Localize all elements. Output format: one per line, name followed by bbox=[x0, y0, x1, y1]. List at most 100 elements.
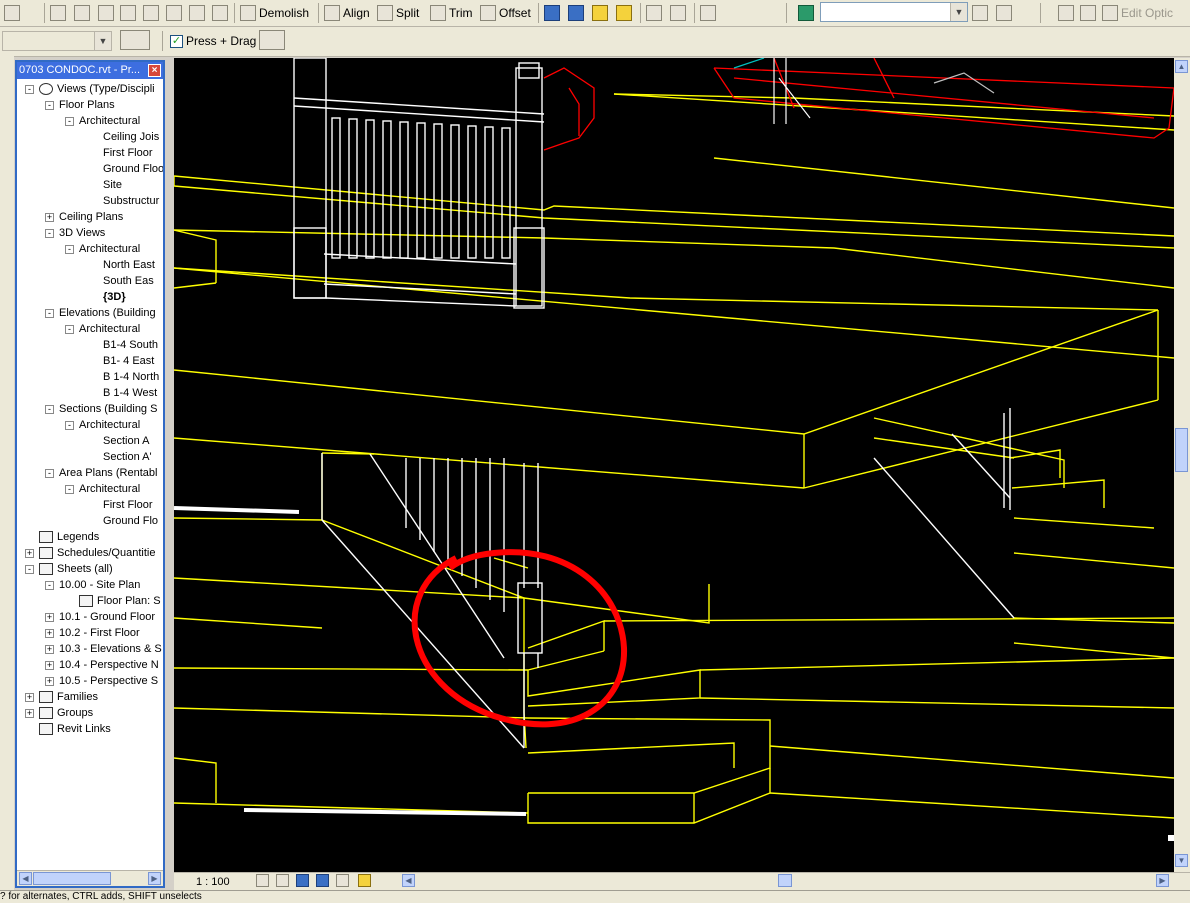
browser-tree-item[interactable]: B1- 4 East bbox=[17, 353, 163, 369]
mirror-button[interactable] bbox=[616, 3, 632, 23]
scroll-right-icon[interactable]: ▶ bbox=[148, 872, 161, 885]
browser-tree-item[interactable]: +10.2 - First Floor bbox=[17, 625, 163, 641]
shadows-icon[interactable] bbox=[296, 874, 309, 887]
browser-tree-item[interactable]: +10.4 - Perspective N bbox=[17, 657, 163, 673]
browser-tree-item[interactable]: - Sheets (all) bbox=[17, 561, 163, 577]
browser-tree-item[interactable]: - Views (Type/Discipli bbox=[17, 81, 163, 97]
browser-tree-item[interactable]: - Architectural bbox=[17, 241, 163, 257]
browser-tree-item[interactable]: - Elevations (Building bbox=[17, 305, 163, 321]
browser-tree-item[interactable]: + Groups bbox=[17, 705, 163, 721]
expand-icon[interactable]: + bbox=[25, 549, 34, 558]
lightbulb-icon[interactable] bbox=[358, 874, 371, 887]
expand-icon[interactable]: + bbox=[45, 645, 54, 654]
browser-tree-item[interactable]: Section A bbox=[17, 433, 163, 449]
browser-tree-item[interactable]: North East bbox=[17, 257, 163, 273]
collapse-icon[interactable]: - bbox=[45, 405, 54, 414]
edit-options-button[interactable]: Edit Optic bbox=[1102, 3, 1173, 23]
browser-tree-item[interactable]: - Architectural bbox=[17, 321, 163, 337]
browser-tree-item[interactable]: +10.1 - Ground Floor bbox=[17, 609, 163, 625]
view-vertical-scrollbar[interactable]: ▲ ▼ bbox=[1174, 58, 1190, 872]
scroll-down-icon[interactable]: ▼ bbox=[1175, 854, 1188, 867]
browser-tree-item[interactable]: + Families bbox=[17, 689, 163, 705]
expand-icon[interactable]: + bbox=[25, 709, 34, 718]
browser-tree-item[interactable]: Ground Flo bbox=[17, 513, 163, 529]
detail-level-icon[interactable] bbox=[256, 874, 269, 887]
trim-button[interactable]: Trim bbox=[430, 3, 473, 23]
scroll-thumb[interactable] bbox=[1175, 428, 1188, 472]
eyedropper-button[interactable] bbox=[74, 3, 90, 23]
browser-tree-item[interactable]: First Floor bbox=[17, 145, 163, 161]
collapse-icon[interactable]: - bbox=[65, 325, 74, 334]
move-button[interactable] bbox=[544, 3, 560, 23]
collapse-icon[interactable]: - bbox=[45, 229, 54, 238]
browser-tree-item[interactable]: Section A' bbox=[17, 449, 163, 465]
collapse-icon[interactable]: - bbox=[65, 421, 74, 430]
browser-tree-item[interactable]: Substructur bbox=[17, 193, 163, 209]
scroll-left-icon[interactable]: ◀ bbox=[402, 874, 415, 887]
collapse-icon[interactable]: - bbox=[25, 85, 34, 94]
demolish-button[interactable]: Demolish bbox=[240, 3, 309, 23]
list-button[interactable] bbox=[1058, 3, 1074, 23]
expand-icon[interactable]: + bbox=[25, 693, 34, 702]
close-icon[interactable]: × bbox=[148, 64, 161, 77]
scroll-thumb[interactable] bbox=[33, 872, 111, 885]
paint-button[interactable] bbox=[166, 3, 182, 23]
filter-button[interactable] bbox=[259, 30, 285, 50]
browser-tree-item[interactable]: Legends bbox=[17, 529, 163, 545]
browser-tree-item[interactable]: -3D Views bbox=[17, 225, 163, 241]
browser-tree-item[interactable]: B1-4 South bbox=[17, 337, 163, 353]
model-graphics-icon[interactable] bbox=[276, 874, 289, 887]
browser-tree-item[interactable]: - Area Plans (Rentabl bbox=[17, 465, 163, 481]
3d-view-canvas[interactable] bbox=[174, 58, 1174, 872]
scroll-right-icon[interactable]: ▶ bbox=[1156, 874, 1169, 887]
browser-tree-item[interactable]: South Eas bbox=[17, 273, 163, 289]
expand-icon[interactable]: + bbox=[45, 677, 54, 686]
browser-tree-item[interactable]: Site bbox=[17, 177, 163, 193]
collapse-icon[interactable]: - bbox=[65, 245, 74, 254]
browser-tree-item[interactable]: Floor Plan: S bbox=[17, 593, 163, 609]
resize-button[interactable] bbox=[670, 3, 686, 23]
paste-button[interactable] bbox=[120, 3, 136, 23]
browser-tree-item[interactable]: {3D} bbox=[17, 289, 163, 305]
browser-tree-item[interactable]: - Floor Plans bbox=[17, 97, 163, 113]
clipboard-button[interactable] bbox=[143, 3, 159, 23]
expand-icon[interactable]: + bbox=[45, 213, 54, 222]
browser-tree-item[interactable]: Ground Floo bbox=[17, 161, 163, 177]
copy-element-button[interactable] bbox=[568, 3, 584, 23]
scroll-left-icon[interactable]: ◀ bbox=[19, 872, 32, 885]
scroll-up-icon[interactable]: ▲ bbox=[1175, 60, 1188, 73]
copy-button[interactable] bbox=[98, 3, 114, 23]
expand-icon[interactable]: + bbox=[45, 661, 54, 670]
array-button[interactable] bbox=[646, 3, 662, 23]
element-properties-button[interactable] bbox=[996, 3, 1012, 23]
rotate-button[interactable] bbox=[592, 3, 608, 23]
crop-view-icon[interactable] bbox=[316, 874, 329, 887]
type-selector-dropdown[interactable]: ▼ bbox=[820, 2, 968, 22]
browser-tree-item[interactable]: - Architectural bbox=[17, 481, 163, 497]
view-scale[interactable]: 1 : 100 bbox=[196, 876, 230, 888]
collapse-icon[interactable]: - bbox=[65, 485, 74, 494]
list-disabled-button[interactable] bbox=[1080, 3, 1096, 23]
split-button[interactable]: Split bbox=[377, 3, 419, 23]
browser-horizontal-scrollbar[interactable]: ◀ ▶ bbox=[17, 870, 163, 886]
browser-tree-item[interactable]: - Architectural bbox=[17, 113, 163, 129]
browser-tree-item[interactable]: B 1-4 North bbox=[17, 369, 163, 385]
browser-tree-item[interactable]: +10.3 - Elevations & S bbox=[17, 641, 163, 657]
browser-tree-item[interactable]: - Architectural bbox=[17, 417, 163, 433]
browser-tree-item[interactable]: - Sections (Building S bbox=[17, 401, 163, 417]
scroll-thumb[interactable] bbox=[778, 874, 792, 887]
collapse-icon[interactable]: - bbox=[65, 117, 74, 126]
browser-tree-item[interactable]: First Floor bbox=[17, 497, 163, 513]
spellcheck-button[interactable] bbox=[4, 3, 20, 23]
type-properties-button[interactable] bbox=[972, 3, 988, 23]
cut-geometry-button[interactable] bbox=[212, 3, 228, 23]
browser-tree-item[interactable]: + Ceiling Plans bbox=[17, 209, 163, 225]
match-type-button[interactable] bbox=[50, 3, 66, 23]
browser-tree-item[interactable]: +10.5 - Perspective S bbox=[17, 673, 163, 689]
section-box-icon[interactable] bbox=[336, 874, 349, 887]
browser-tree-item[interactable]: Revit Links bbox=[17, 721, 163, 737]
press-drag-checkbox[interactable]: ✓ Press + Drag bbox=[170, 31, 256, 51]
expand-icon[interactable]: + bbox=[45, 613, 54, 622]
join-button[interactable] bbox=[189, 3, 205, 23]
browser-tree-item[interactable]: Ceiling Jois bbox=[17, 129, 163, 145]
